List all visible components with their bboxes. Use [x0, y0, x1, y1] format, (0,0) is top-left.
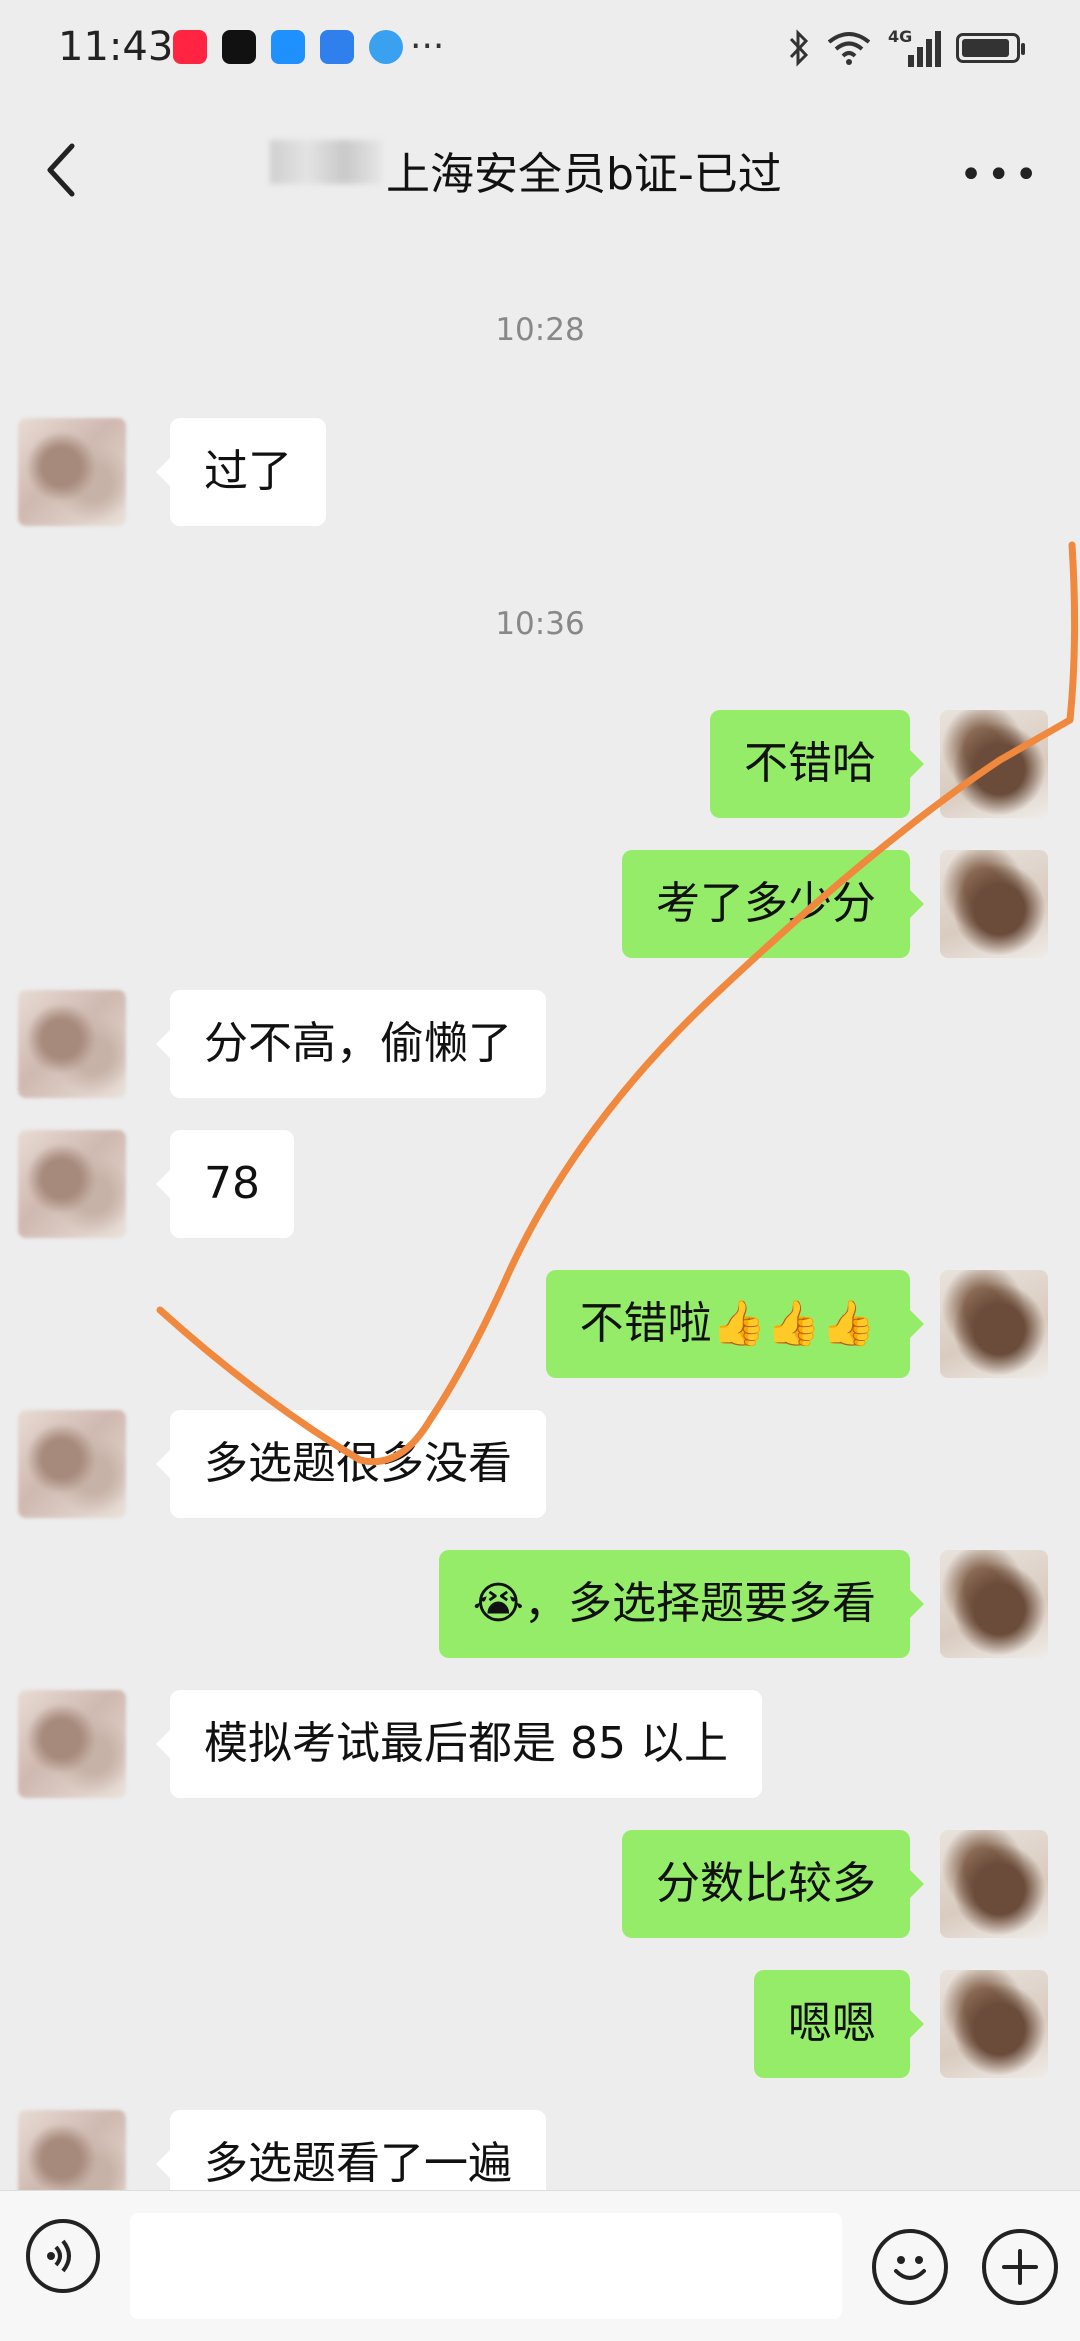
message-row-incoming: 78: [0, 1130, 1080, 1240]
chevron-left-icon[interactable]: [42, 140, 82, 200]
avatar[interactable]: [940, 1270, 1048, 1378]
message-bubble[interactable]: 考了多少分: [622, 850, 924, 958]
message-bubble[interactable]: 分数比较多: [622, 1830, 924, 1938]
voice-icon[interactable]: [26, 2219, 100, 2293]
more-notifications-icon: ···: [410, 26, 445, 67]
avatar[interactable]: [940, 850, 1048, 958]
message-bubble[interactable]: 模拟考试最后都是 85 以上: [156, 1690, 762, 1798]
bluetooth-icon: [789, 29, 809, 67]
status-right: 4G: [788, 27, 1025, 68]
message-row-outgoing: 考了多少分: [0, 850, 1080, 960]
avatar[interactable]: [18, 1130, 126, 1238]
message-app-icon: [271, 30, 305, 64]
idea-app-icon: [320, 30, 354, 64]
message-bubble[interactable]: 78: [156, 1130, 294, 1238]
message-row-outgoing: 嗯嗯: [0, 1970, 1080, 2080]
avatar[interactable]: [18, 1690, 126, 1798]
plus-sign: [1002, 2249, 1038, 2285]
wifi-icon: [827, 32, 871, 65]
avatar[interactable]: [940, 710, 1048, 818]
timestamp: 10:28: [495, 312, 585, 348]
voice-waves: [47, 2239, 71, 2273]
xiaohongshu-app-icon: [173, 30, 207, 64]
browser-app-icon: [369, 30, 403, 64]
message-bubble[interactable]: 多选题很多没看: [156, 1410, 546, 1518]
signal-icon: 4G: [888, 27, 941, 67]
message-row-incoming: 过了: [0, 418, 1080, 528]
avatar[interactable]: [940, 1970, 1048, 2078]
message-row-outgoing: 不错啦👍👍👍: [0, 1270, 1080, 1380]
message-bubble[interactable]: 不错哈: [710, 710, 924, 818]
avatar[interactable]: [18, 990, 126, 1098]
message-bubble[interactable]: 😭，多选择题要多看: [438, 1550, 925, 1658]
smile-face: [894, 2256, 926, 2280]
plus-icon[interactable]: [982, 2229, 1058, 2305]
avatar[interactable]: [940, 1550, 1048, 1658]
message-row-outgoing: 不错哈: [0, 710, 1080, 820]
timestamp: 10:36: [495, 606, 585, 642]
message-bubble[interactable]: 过了: [156, 418, 326, 526]
more-dots-icon[interactable]: •••: [959, 152, 1042, 198]
tiktok-app-icon: [222, 30, 256, 64]
message-bubble[interactable]: 分不高，偷懒了: [156, 990, 546, 1098]
page-title: 上海安全员b证-已过: [386, 149, 782, 200]
status-bar: 11:43 ··· 4G: [0, 0, 1080, 100]
avatar[interactable]: [940, 1830, 1048, 1938]
status-time: 11:43: [58, 24, 174, 70]
blurred-contact-name: [270, 140, 382, 184]
message-bubble[interactable]: 不错啦👍👍👍: [545, 1270, 925, 1378]
message-row-outgoing: 分数比较多: [0, 1830, 1080, 1940]
message-input[interactable]: [130, 2213, 842, 2319]
battery-icon: [956, 33, 1025, 63]
message-bubble[interactable]: 嗯嗯: [754, 1970, 924, 2078]
input-bar: [0, 2190, 1080, 2341]
chat-header: 上海安全员b证-已过 •••: [0, 100, 1080, 235]
network-type: 4G: [888, 27, 913, 46]
message-row-incoming: 多选题很多没看: [0, 1410, 1080, 1520]
emoji-icon[interactable]: [872, 2229, 948, 2305]
avatar[interactable]: [18, 1410, 126, 1518]
message-row-incoming: 模拟考试最后都是 85 以上: [0, 1690, 1080, 1800]
message-row-incoming: 分不高，偷懒了: [0, 990, 1080, 1100]
avatar[interactable]: [18, 418, 126, 526]
message-row-outgoing: 😭，多选择题要多看: [0, 1550, 1080, 1660]
